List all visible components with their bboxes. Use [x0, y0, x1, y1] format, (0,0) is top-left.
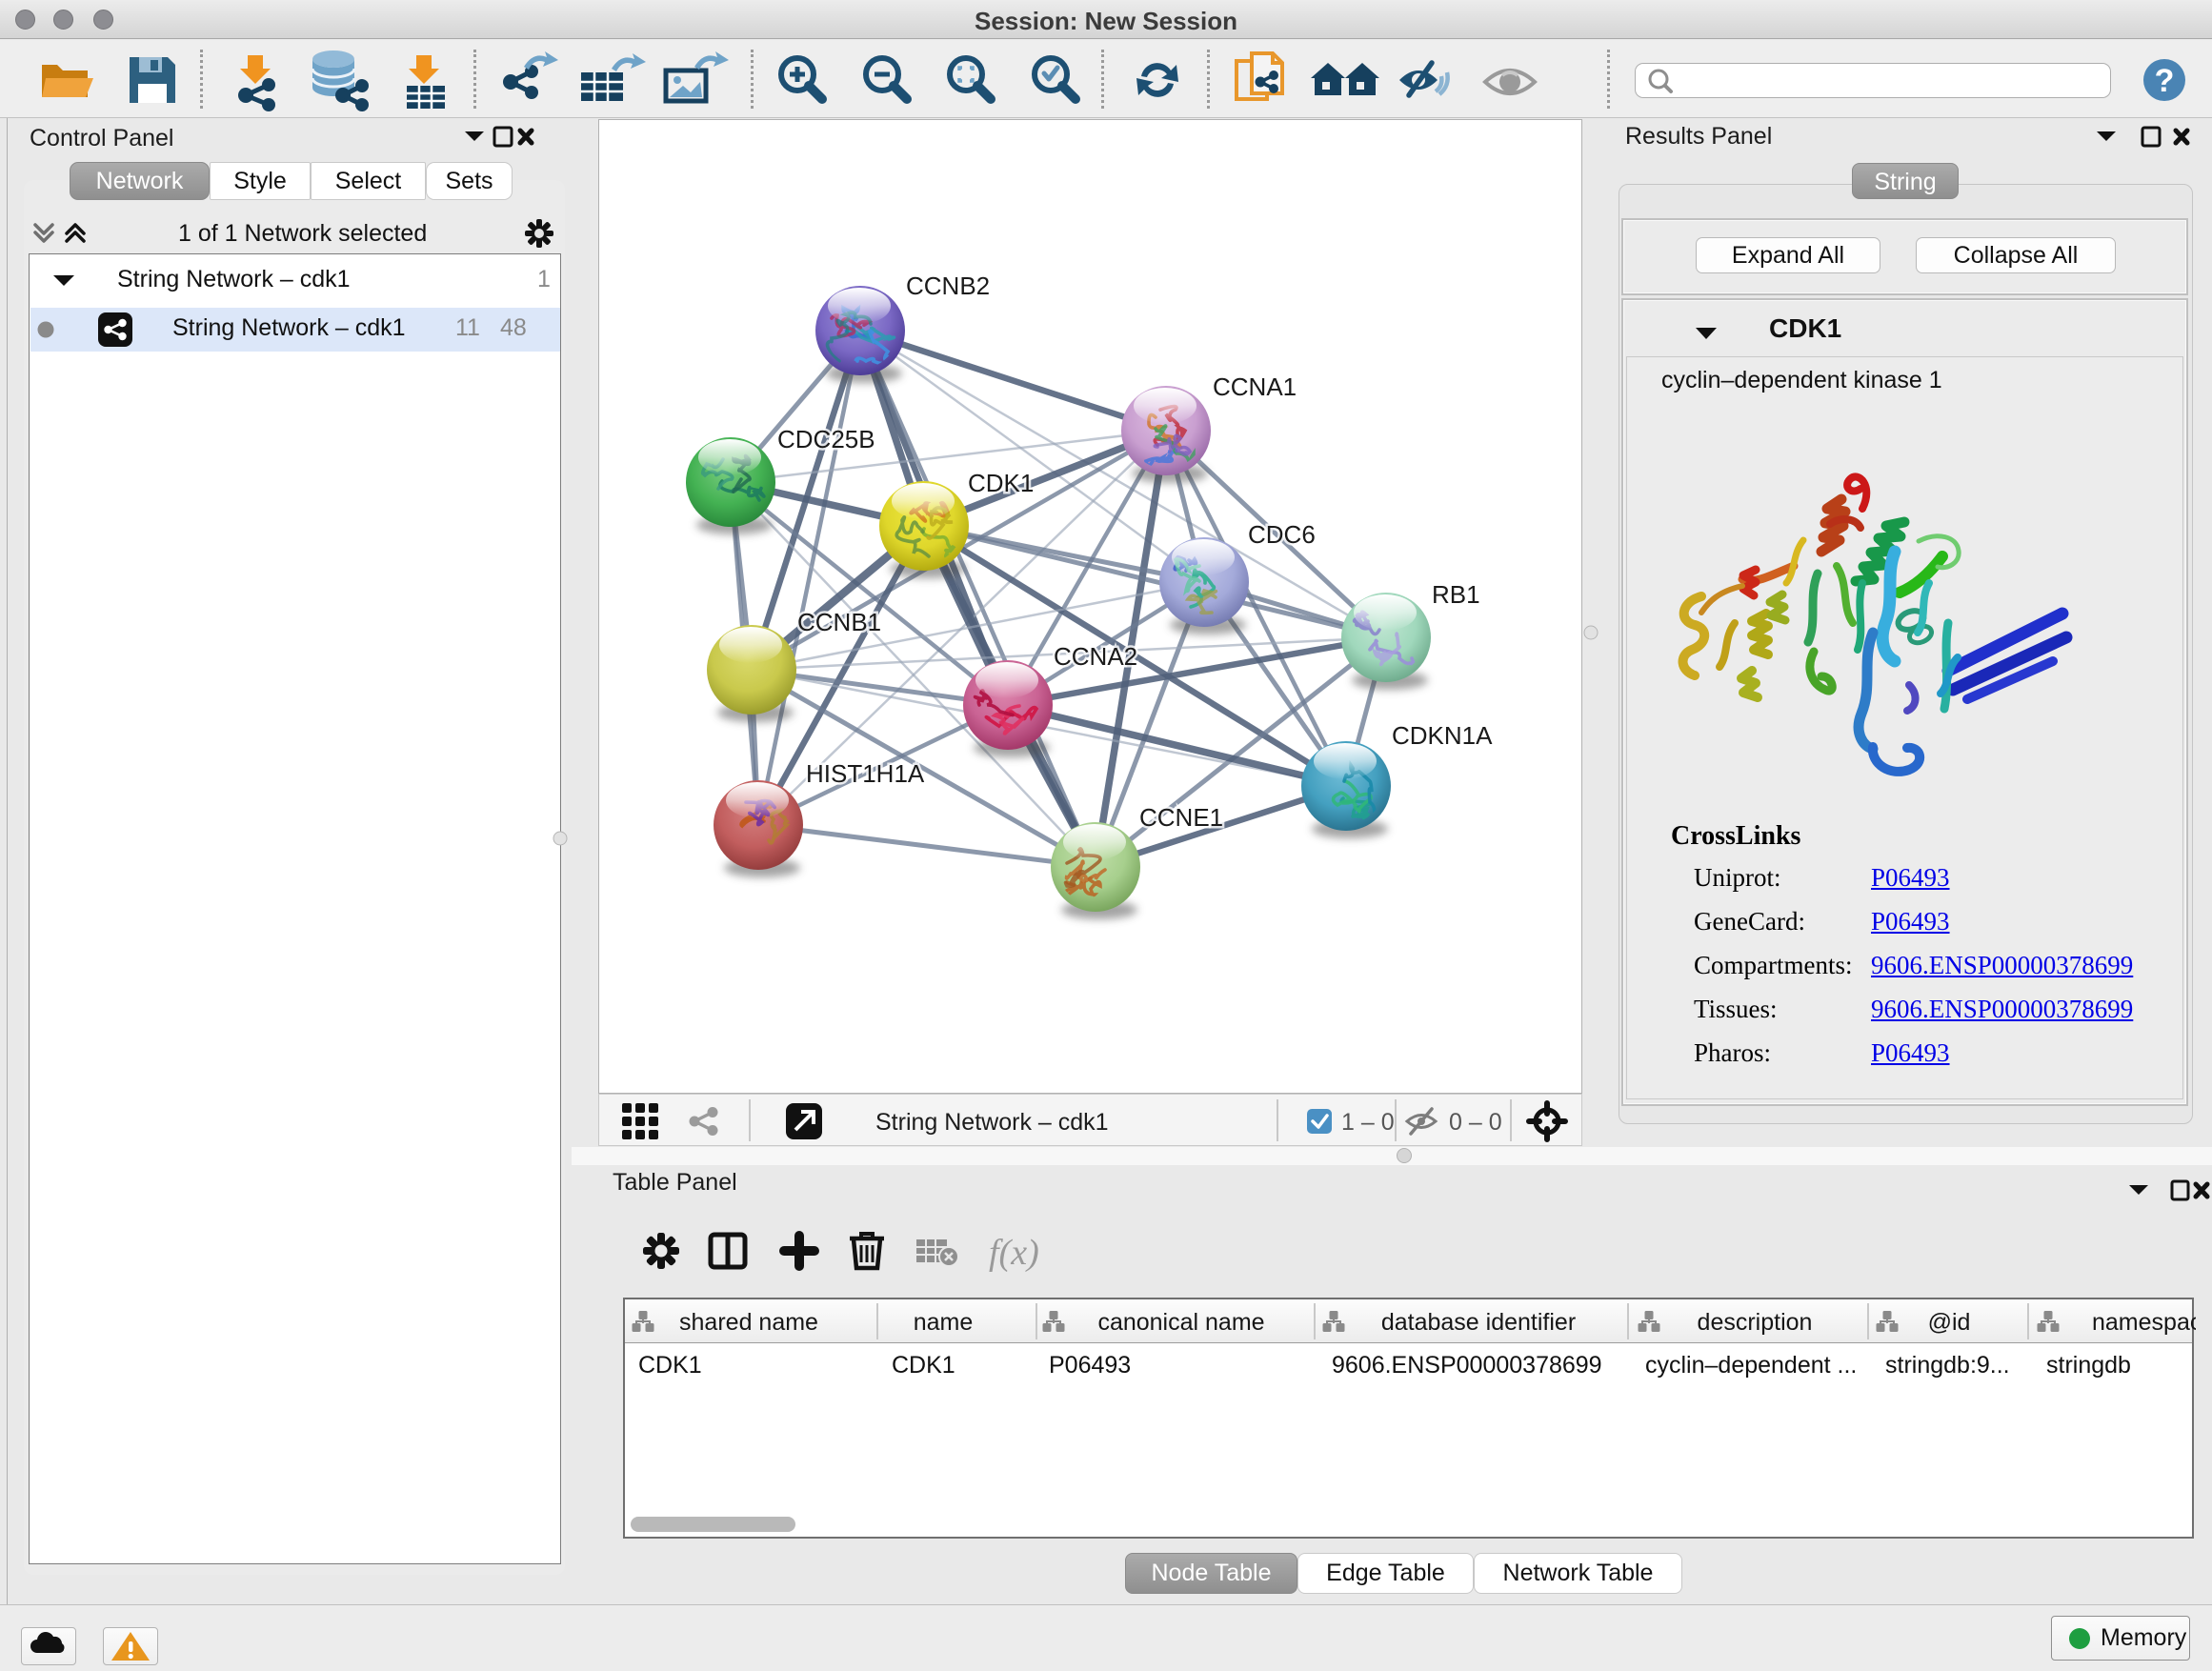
svg-text:0 – 0: 0 – 0: [1449, 1109, 1502, 1136]
svg-text:name: name: [914, 1309, 974, 1336]
svg-text:CCNB2: CCNB2: [906, 272, 990, 300]
svg-text:CCNB1: CCNB1: [797, 608, 881, 636]
svg-text:CCNE1: CCNE1: [1139, 803, 1223, 832]
svg-text:namespace: namespace: [2092, 1309, 2196, 1336]
svg-text:String Network – cdk1: String Network – cdk1: [875, 1109, 1109, 1136]
svg-text:description: description: [1698, 1309, 1813, 1336]
svg-text:database identifier: database identifier: [1381, 1309, 1576, 1336]
svg-text:?: ?: [2155, 63, 2175, 99]
svg-text:CDKN1A: CDKN1A: [1392, 721, 1493, 750]
svg-text:1 – 0: 1 – 0: [1341, 1109, 1395, 1136]
svg-text:CDK1: CDK1: [968, 469, 1034, 497]
svg-text:1 of 1 Network selected: 1 of 1 Network selected: [178, 220, 427, 247]
svg-text:CDC6: CDC6: [1248, 520, 1316, 549]
svg-text:canonical name: canonical name: [1097, 1309, 1264, 1336]
svg-text:CCNA1: CCNA1: [1213, 372, 1297, 401]
svg-text:RB1: RB1: [1432, 580, 1480, 609]
svg-text:CCNA2: CCNA2: [1054, 642, 1137, 671]
svg-text:CDC25B: CDC25B: [777, 425, 875, 453]
svg-text:@id: @id: [1928, 1309, 1971, 1336]
svg-text:HIST1H1A: HIST1H1A: [806, 759, 925, 788]
svg-text:shared name: shared name: [679, 1309, 818, 1336]
svg-text:f(x): f(x): [989, 1233, 1039, 1273]
